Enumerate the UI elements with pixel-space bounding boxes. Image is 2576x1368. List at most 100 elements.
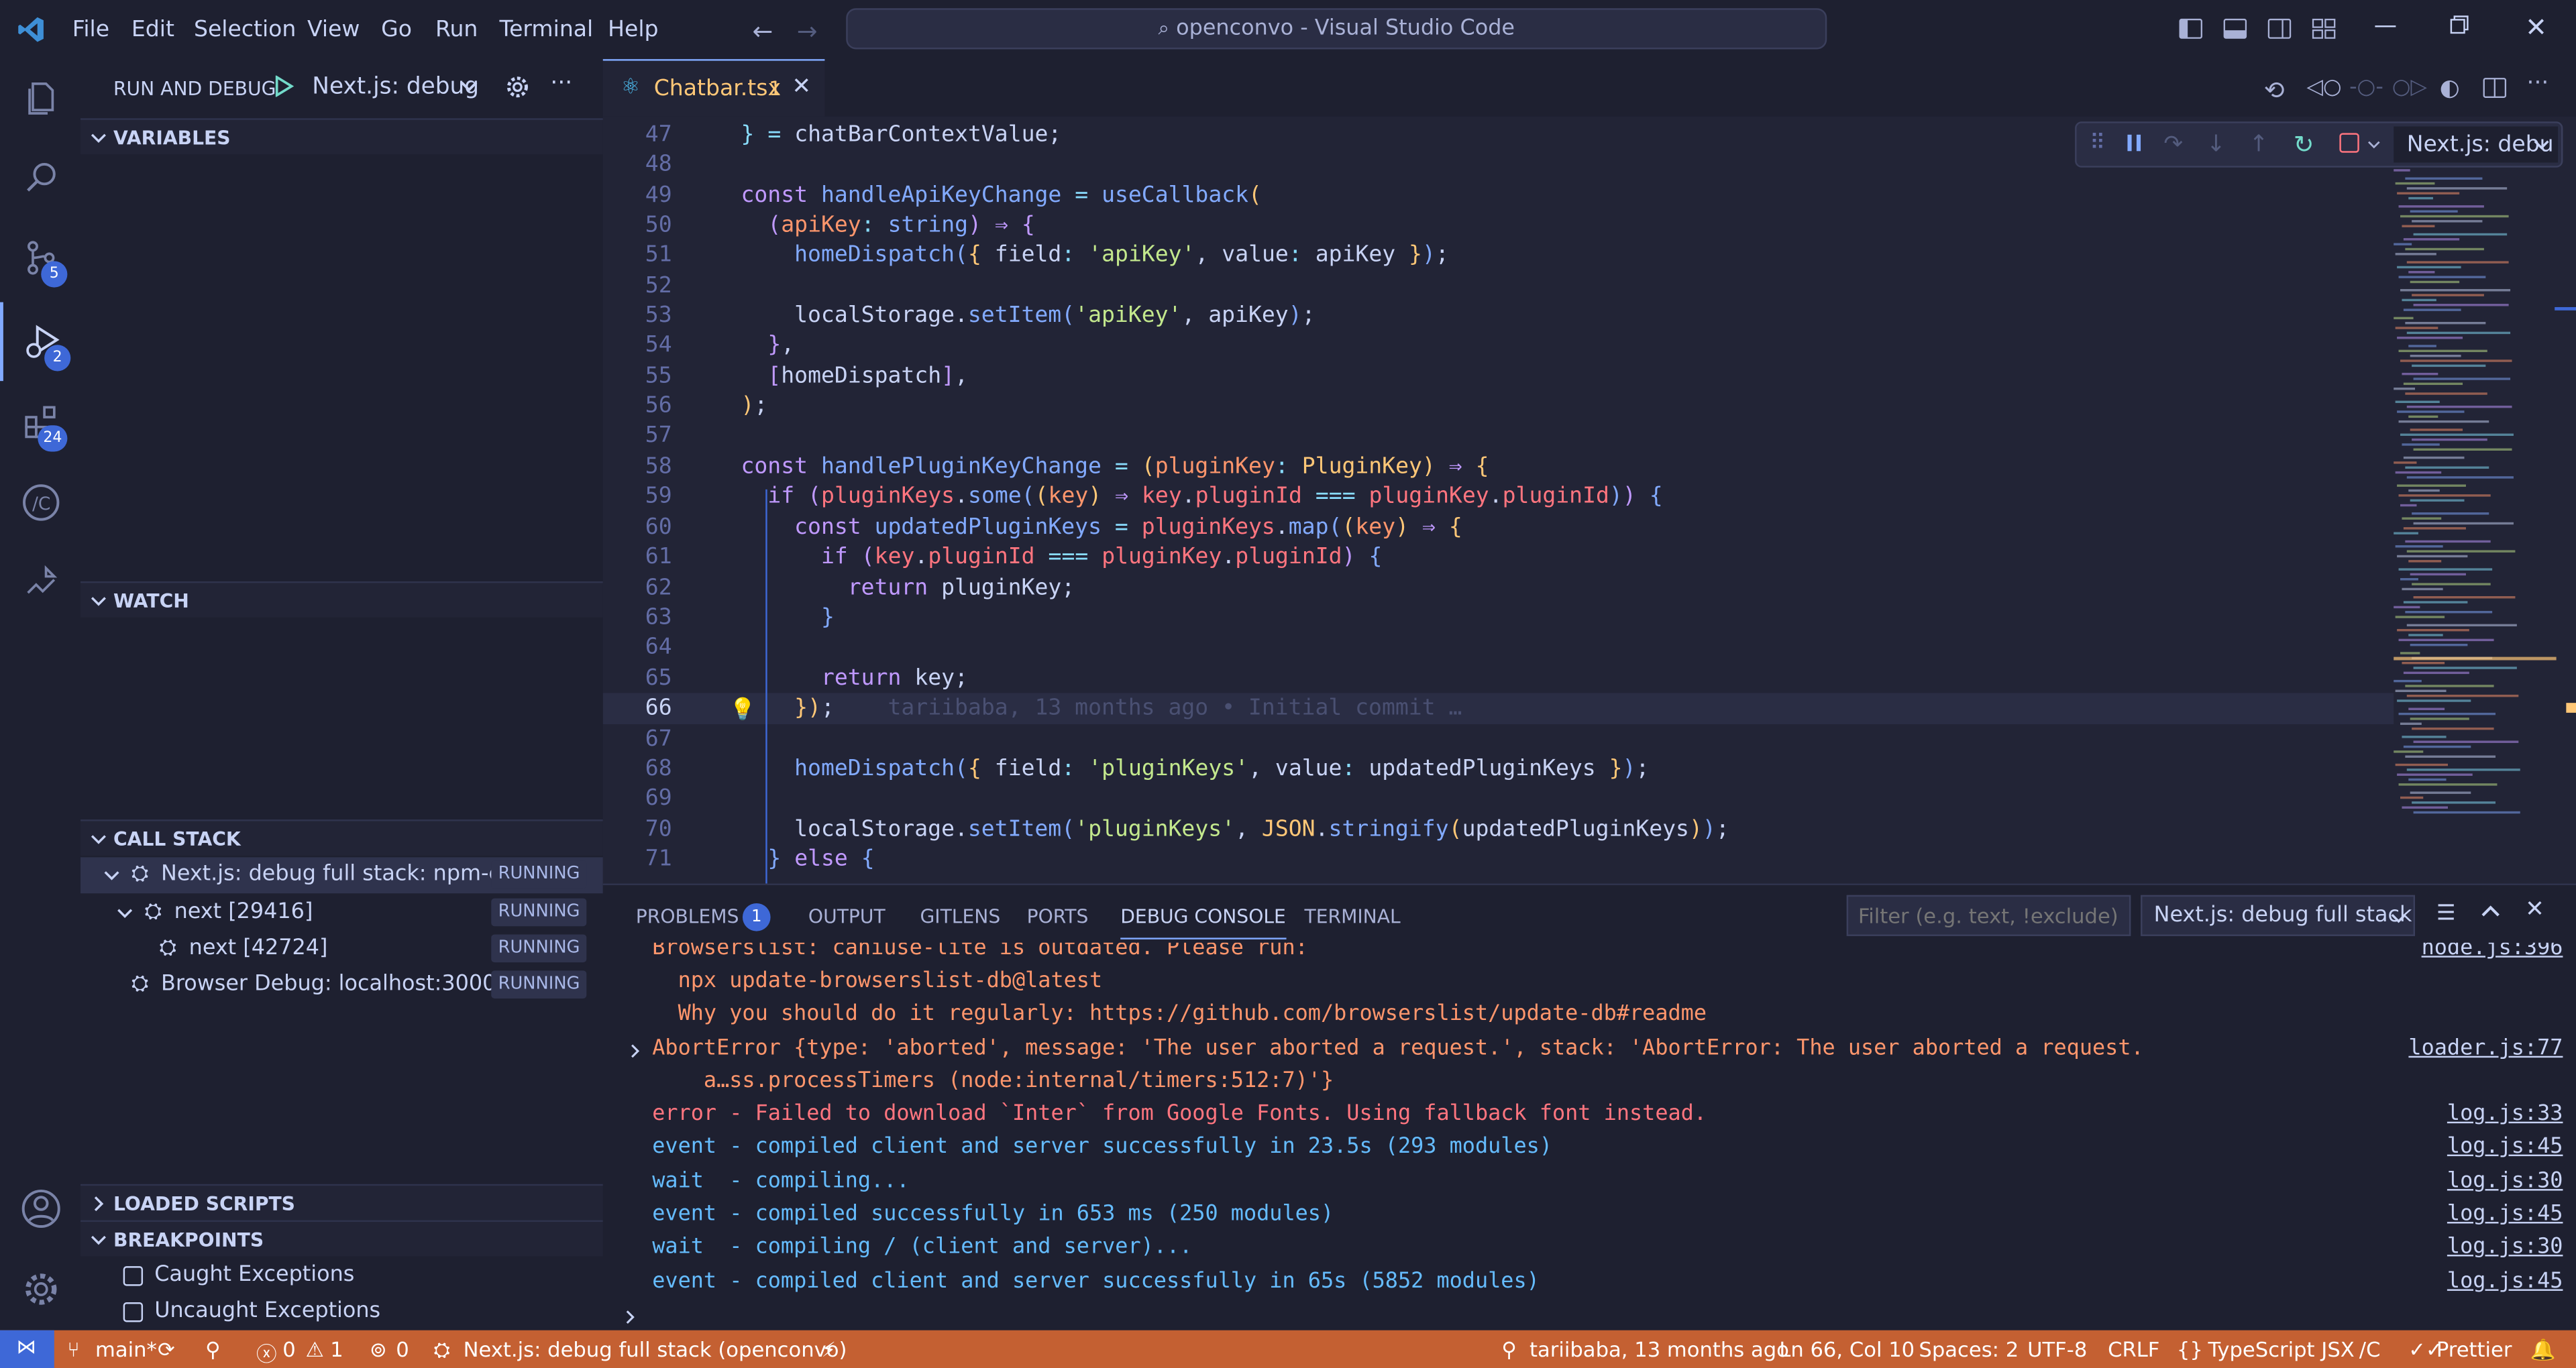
uncaught-exceptions-checkbox[interactable] — [123, 1302, 144, 1322]
extensions-icon[interactable]: 24 — [0, 383, 80, 462]
tab-problems[interactable]: PROBLEMS — [636, 905, 739, 927]
tab-gitlens[interactable]: GITLENS — [920, 905, 1000, 927]
menu-view[interactable]: View — [307, 16, 360, 42]
call-stack-session-item[interactable]: ⛭ Next.js: debug full stack: npm-c... RU… — [80, 857, 603, 894]
call-stack-process-item[interactable]: ⛭ next [29416] RUNNING — [80, 895, 603, 931]
menu-help[interactable]: Help — [608, 16, 658, 42]
accounts-icon[interactable] — [0, 1170, 80, 1249]
gitlens-compare-icon[interactable]: ◁○ — [2306, 76, 2341, 101]
code-editor[interactable]: 💡 47 48 49 50 51 52 53 54 55 56 57 58 59 60 61 62 63 64 65… — [602, 116, 2576, 884]
source-control-icon[interactable]: 5 — [0, 219, 80, 298]
menu-file[interactable]: File — [72, 16, 109, 42]
customize-layout-icon[interactable] — [2312, 16, 2337, 41]
line-ending[interactable]: CRLF — [2108, 1336, 2159, 1361]
step-into-icon[interactable]: ↓ — [2206, 131, 2226, 158]
settings-gear-icon[interactable] — [0, 1250, 80, 1329]
drag-handle-icon[interactable]: ⠿ — [2090, 131, 2105, 156]
c-extension-icon[interactable]: /C — [0, 463, 80, 543]
gitlens-prev-icon[interactable]: -○- — [2349, 76, 2383, 101]
error-count[interactable]: 0 — [282, 1336, 295, 1361]
back-arrow-icon[interactable]: ← — [753, 16, 773, 46]
call-stack-session-item[interactable]: ⛭ Browser Debug: localhost:3000 RUNNING — [80, 967, 603, 1003]
tab-debug-console[interactable]: DEBUG CONSOLE — [1120, 905, 1286, 939]
toggle-panel-icon[interactable] — [2222, 16, 2247, 41]
remote-indicator[interactable]: ⋈ — [0, 1330, 54, 1368]
console-source-link[interactable]: log.js:30 — [2447, 1235, 2563, 1260]
step-out-icon[interactable]: ↑ — [2249, 131, 2269, 158]
menu-selection[interactable]: Selection — [194, 16, 296, 42]
console-source-link[interactable]: log.js:45 — [2447, 1135, 2563, 1159]
ports-count[interactable]: 0 — [396, 1336, 409, 1361]
ts-version[interactable]: /C — [2359, 1336, 2381, 1361]
console-source-link[interactable]: loader.js:77 — [2408, 1036, 2563, 1061]
breakpoints-section-header[interactable]: BREAKPOINTS — [80, 1220, 603, 1257]
run-and-debug-icon[interactable]: 2 — [0, 302, 80, 382]
tab-terminal[interactable]: TERMINAL — [1305, 905, 1401, 927]
minimize-icon[interactable]: — — [2374, 13, 2397, 40]
indentation[interactable]: Spaces: 2 — [1919, 1336, 2019, 1361]
clear-console-icon[interactable]: ☰ — [2436, 902, 2456, 927]
open-launch-json-gear-icon[interactable] — [504, 74, 531, 100]
live-share-icon[interactable]: ⚡ — [822, 1336, 837, 1361]
step-over-icon[interactable]: ↷ — [2163, 131, 2183, 158]
tab-output[interactable]: OUTPUT — [808, 905, 885, 927]
menu-go[interactable]: Go — [381, 16, 412, 42]
console-source-link[interactable]: log.js:45 — [2447, 1269, 2563, 1294]
forward-arrow-icon[interactable]: → — [797, 16, 818, 46]
search-view-icon[interactable] — [0, 138, 80, 217]
close-tab-icon[interactable]: ✕ — [792, 74, 811, 100]
watch-section-header[interactable]: WATCH — [80, 581, 603, 618]
gitlens-blame-icon[interactable]: ◐ — [2440, 76, 2460, 102]
stop-icon[interactable] — [2339, 133, 2359, 153]
command-center[interactable]: ⌕ openconvo - Visual Studio Code — [846, 8, 1827, 50]
variables-section-header[interactable]: VARIABLES — [80, 118, 603, 155]
call-stack-section-header[interactable]: CALL STACK — [80, 819, 603, 856]
console-source-link[interactable]: node.js:396 — [2422, 943, 2563, 961]
sync-icon[interactable]: ⟳ — [158, 1336, 175, 1361]
debug-console-filter-input[interactable] — [1846, 895, 2131, 936]
loaded-scripts-section-header[interactable]: LOADED SCRIPTS — [80, 1184, 603, 1220]
prettier-status[interactable]: Prettier — [2436, 1336, 2512, 1361]
warning-count[interactable]: 1 — [330, 1336, 343, 1361]
debug-console-output[interactable]: Browserslist: caniuse-lite is outdated. … — [603, 943, 2576, 1332]
chevron-down-icon[interactable] — [460, 77, 478, 95]
minimap[interactable] — [2390, 162, 2555, 819]
tab-chatbar-tsx[interactable]: ⚛ Chatbar.tsx 1 ✕ — [602, 59, 825, 117]
call-stack-process-item[interactable]: ⛭ next [42724] RUNNING — [80, 931, 603, 968]
chevron-down-icon[interactable] — [2367, 138, 2381, 152]
debug-session-status[interactable]: Next.js: debug full stack (openconvo) — [464, 1336, 847, 1361]
restart-icon[interactable]: ↻ — [2294, 129, 2314, 159]
caught-exceptions-checkbox[interactable] — [123, 1266, 144, 1286]
tab-ports[interactable]: PORTS — [1027, 905, 1089, 927]
more-actions-icon[interactable]: ··· — [2527, 70, 2549, 97]
console-prompt-chevron-icon[interactable] — [623, 1309, 637, 1325]
menu-terminal[interactable]: Terminal — [499, 16, 593, 42]
close-window-icon[interactable]: ✕ — [2525, 11, 2547, 43]
console-source-link[interactable]: log.js:30 — [2447, 1170, 2563, 1194]
debug-session-dropdown[interactable]: Next.js: debug full stack — [2141, 895, 2416, 936]
encoding[interactable]: UTF-8 — [2027, 1336, 2087, 1361]
menu-run[interactable]: Run — [435, 16, 478, 42]
console-source-link[interactable]: log.js:33 — [2447, 1102, 2563, 1127]
explorer-icon[interactable] — [0, 59, 80, 138]
notifications-bell-icon[interactable]: 🔔 — [2530, 1336, 2555, 1363]
more-actions-icon[interactable]: ··· — [550, 70, 572, 97]
maximize-panel-icon[interactable] — [2481, 902, 2500, 921]
chevron-right-icon[interactable] — [628, 1043, 643, 1059]
cursor-position[interactable]: Ln 66, Col 10 — [1779, 1336, 1915, 1361]
git-branch[interactable]: main* — [95, 1336, 157, 1361]
restore-icon[interactable] — [2449, 15, 2469, 34]
gitlens-icon[interactable]: ⚲ — [205, 1336, 220, 1361]
debug-config-select[interactable]: Next.js: debug — [312, 74, 479, 100]
start-debug-icon[interactable] — [274, 75, 294, 97]
gitlens-next-icon[interactable]: ○▷ — [2392, 76, 2427, 101]
remote-explorer-icon[interactable] — [0, 542, 80, 621]
menu-edit[interactable]: Edit — [131, 16, 174, 42]
toggle-sidebar-icon[interactable] — [2178, 16, 2203, 41]
status-blame[interactable]: tariibaba, 13 months ago — [1529, 1336, 1789, 1361]
close-panel-icon[interactable]: ✕ — [2525, 897, 2544, 923]
debug-session-select[interactable]: Next.js: debu — [2394, 126, 2559, 163]
timeline-history-icon[interactable]: ⟲ — [2264, 76, 2285, 105]
toggle-secondary-sidebar-icon[interactable] — [2267, 16, 2292, 41]
split-editor-icon[interactable] — [2482, 76, 2507, 101]
